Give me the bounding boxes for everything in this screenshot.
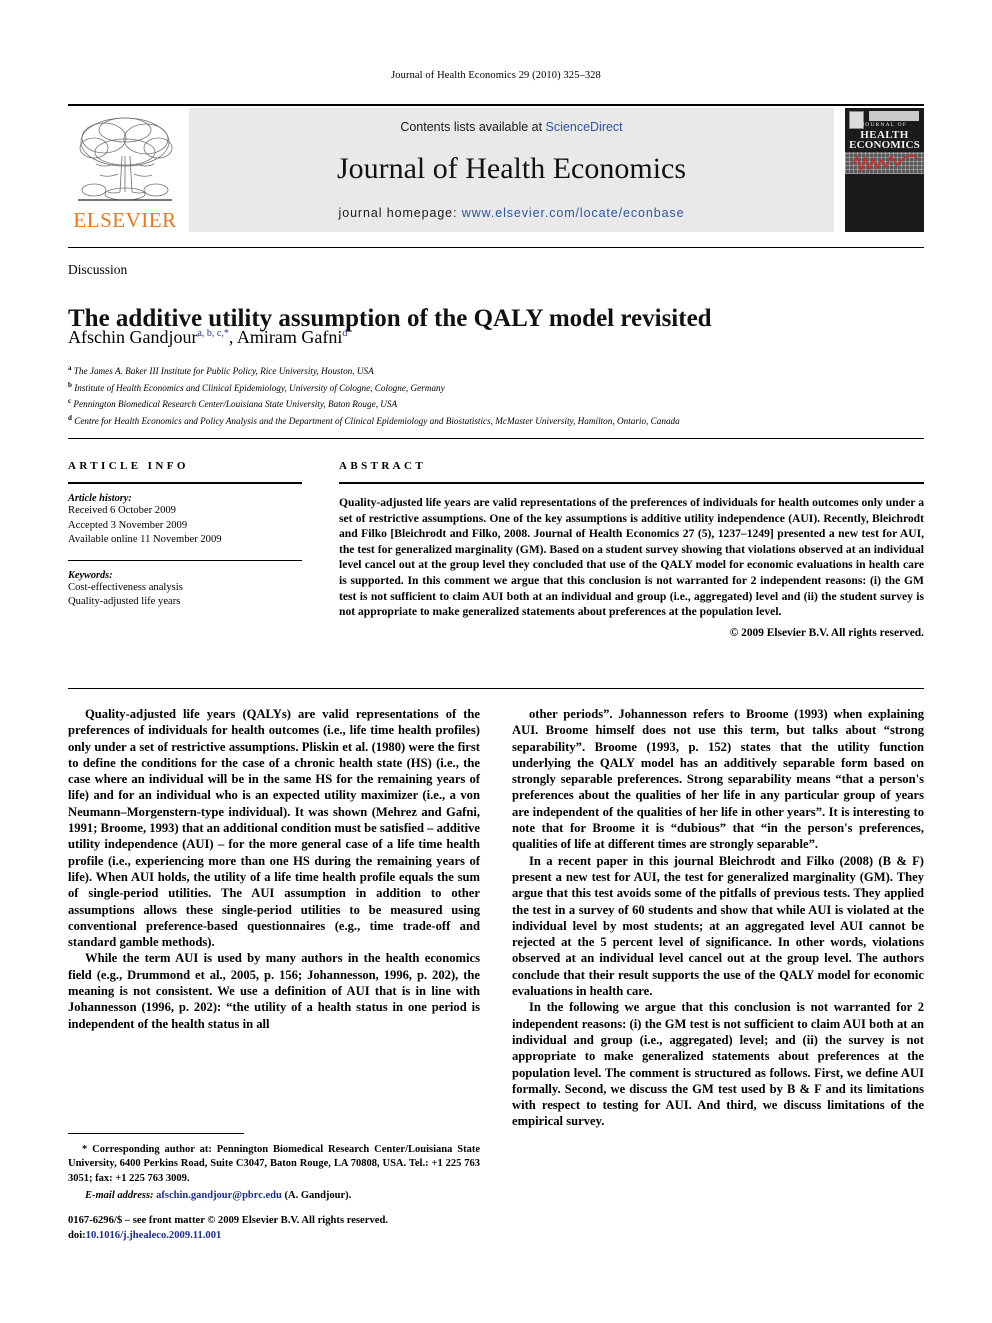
- article-info-rule: [68, 482, 302, 484]
- cover-line-journal-of: JOURNAL OF: [861, 122, 908, 128]
- running-head: Journal of Health Economics 29 (2010) 32…: [391, 70, 601, 81]
- article-info-heading: ARTICLE INFO: [68, 460, 189, 472]
- affiliation-list: a The James A. Baker III Institute for P…: [68, 362, 908, 429]
- article-history-label: Article history:: [68, 493, 132, 504]
- body-paragraph: In a recent paper in this journal Bleich…: [512, 853, 924, 999]
- abstract-rule: [339, 482, 924, 484]
- abstract-text: Quality-adjusted life years are valid re…: [339, 496, 924, 619]
- article-section-type: Discussion: [68, 262, 128, 277]
- email-footnote: E-mail address: afschin.gandjour@pbrc.ed…: [68, 1189, 480, 1203]
- doi-line: doi:10.1016/j.jhealeco.2009.11.001: [68, 1229, 528, 1244]
- author-2-affil-marks: d: [342, 328, 348, 339]
- homepage-prefix: journal homepage:: [338, 206, 462, 220]
- abstract-block: ABSTRACT Quality-adjusted life years are…: [339, 460, 924, 639]
- elsevier-tree-icon: [78, 117, 173, 201]
- affiliation-mark: c: [68, 397, 72, 406]
- footnote-rule: [68, 1133, 244, 1134]
- contents-prefix: Contents lists available at: [400, 120, 546, 134]
- author-name-1: Afschin Gandjour: [68, 327, 198, 347]
- keywords-label: Keywords:: [68, 569, 113, 581]
- keyword-item: Cost-effectiveness analysis: [68, 581, 183, 593]
- email-suffix: (A. Gandjour).: [281, 1189, 352, 1201]
- body-paragraph: Quality-adjusted life years (QALYs) are …: [68, 707, 480, 950]
- masthead-top-rule: [68, 104, 924, 106]
- journal-title: Journal of Health Economics: [336, 152, 687, 185]
- email-label: E-mail address:: [85, 1189, 154, 1201]
- affiliation-mark: a: [68, 364, 72, 372]
- sciencedirect-link[interactable]: ScienceDirect: [546, 120, 623, 134]
- footnote-block: * Corresponding author at: Pennington Bi…: [68, 1143, 480, 1203]
- author-list: Afschin Gandjoura, b, c,*, Amiram Gafnid: [68, 327, 898, 348]
- journal-cover-thumbnail: JOURNAL OF HEALTH ECONOMICS: [845, 108, 924, 232]
- cover-topbar: [869, 111, 919, 121]
- article-history-received: Received 6 October 2009: [68, 505, 176, 516]
- article-info-block: ARTICLE INFO Article history: Received 6…: [68, 460, 302, 610]
- affiliation-item: b Institute of Health Economics and Clin…: [68, 379, 908, 396]
- keywords-separator: [68, 559, 302, 561]
- body-paragraph: While the term AUI is used by many autho…: [68, 951, 480, 1031]
- email-link[interactable]: afschin.gandjour@pbrc.edu: [156, 1190, 282, 1201]
- elsevier-wordmark: ELSEVIER: [73, 208, 177, 232]
- author-name-2: , Amiram Gafni: [228, 327, 343, 347]
- imprint-line: 0167-6296/$ – see front matter © 2009 El…: [68, 1215, 388, 1226]
- paper-page: Journal of Health Economics 29 (2010) 32…: [0, 0, 992, 1323]
- abstract-heading: ABSTRACT: [339, 460, 427, 472]
- corresponding-author-footnote: * Corresponding author at: Pennington Bi…: [68, 1144, 480, 1184]
- affiliation-text: Institute of Health Economics and Clinic…: [74, 382, 445, 393]
- body-column-left: Quality-adjusted life years (QALYs) are …: [68, 706, 480, 1032]
- journal-band: Contents lists available at ScienceDirec…: [189, 108, 834, 232]
- abstract-bottom-rule: [68, 688, 924, 689]
- affiliation-item: a The James A. Baker III Institute for P…: [68, 362, 908, 379]
- affiliation-item: c Pennington Biomedical Research Center/…: [68, 395, 908, 412]
- contents-line: Contents lists available at ScienceDirec…: [189, 120, 834, 134]
- affiliation-text: The James A. Baker III Institute for Pub…: [73, 366, 374, 377]
- article-history-accepted: Accepted 3 November 2009: [68, 519, 188, 531]
- affiliation-text: Centre for Health Economics and Policy A…: [74, 416, 680, 427]
- elsevier-logo: ELSEVIER: [68, 108, 182, 232]
- body-paragraph: other periods”. Johannesson refers to Br…: [512, 707, 924, 852]
- affiliation-text: Pennington Biomedical Research Center/Lo…: [73, 399, 398, 410]
- affiliation-mark: b: [68, 380, 72, 389]
- cover-line-economics: ECONOMICS: [849, 139, 920, 151]
- journal-masthead: ELSEVIER Contents lists available at Sci…: [68, 108, 924, 232]
- affiliation-item: d Centre for Health Economics and Policy…: [68, 412, 908, 429]
- homepage-url-link[interactable]: www.elsevier.com/locate/econbase: [462, 206, 685, 220]
- body-column-right: other periods”. Johannesson refers to Br…: [512, 706, 924, 1130]
- abstract-copyright: © 2009 Elsevier B.V. All rights reserved…: [729, 626, 924, 639]
- affiliation-mark: d: [68, 413, 72, 422]
- article-top-rule: [68, 247, 924, 248]
- article-history-online: Available online 11 November 2009: [68, 534, 222, 546]
- article-head-bottom-rule: [68, 438, 924, 439]
- doi-link[interactable]: 10.1016/j.jhealeco.2009.11.001: [86, 1230, 222, 1241]
- keyword-item: Quality-adjusted life years: [68, 596, 181, 608]
- homepage-line: journal homepage: www.elsevier.com/locat…: [189, 206, 834, 220]
- body-paragraph: In the following we argue that this conc…: [512, 1000, 924, 1129]
- imprint-block: 0167-6296/$ – see front matter © 2009 El…: [68, 1214, 528, 1243]
- cover-waveform-icon: [851, 154, 919, 173]
- doi-label: doi:: [68, 1229, 86, 1241]
- author-1-affil-marks: a, b, c,: [197, 328, 224, 339]
